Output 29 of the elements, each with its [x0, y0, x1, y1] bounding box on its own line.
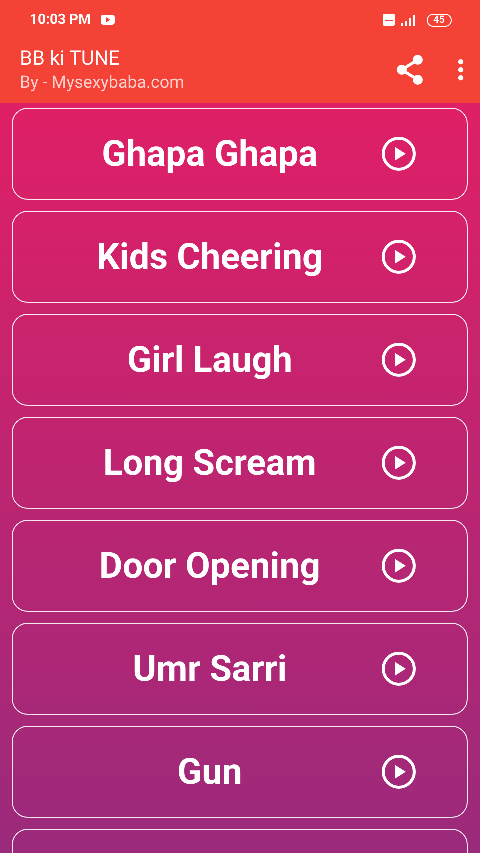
sound-button-background[interactable]: Umr Sarri [12, 623, 468, 715]
share-icon[interactable] [394, 54, 426, 86]
signal-icon [400, 14, 417, 26]
sound-label: Umr Sarri [132, 648, 288, 690]
sound-label: Kids Cheering [96, 236, 324, 278]
sound-label: Long Scream [102, 442, 318, 484]
sound-button-background[interactable]: Ghapa Ghapa [12, 108, 468, 200]
sound-label: Girl Laugh [126, 339, 294, 381]
sound-label: Door Opening [98, 545, 322, 587]
play-icon[interactable] [381, 136, 417, 172]
battery-indicator: 45 [426, 14, 452, 26]
play-icon[interactable] [381, 754, 417, 790]
sound-button-background[interactable]: Girl Laugh [12, 314, 468, 406]
more-options-icon[interactable] [458, 59, 464, 81]
status-time: 10:03 PM [30, 12, 91, 28]
sound-button-background[interactable]: Gun [12, 726, 468, 818]
play-icon[interactable] [381, 548, 417, 584]
play-icon[interactable] [381, 651, 417, 687]
video-icon [100, 15, 115, 25]
sound-button-background[interactable]: Door Opening [12, 520, 468, 612]
app-title: BB ki TUNE [20, 45, 121, 71]
sound-label: Ghapa Ghapa [101, 133, 319, 175]
sound-button-background[interactable]: Long Scream [12, 417, 468, 509]
sound-label: Gun [176, 751, 244, 793]
play-icon[interactable] [381, 239, 417, 275]
play-icon[interactable] [381, 445, 417, 481]
play-icon[interactable] [381, 342, 417, 378]
app-subtitle: By - Mysexybaba.com [20, 72, 186, 95]
sound-button-background[interactable]: Kids Cheering [12, 211, 468, 303]
